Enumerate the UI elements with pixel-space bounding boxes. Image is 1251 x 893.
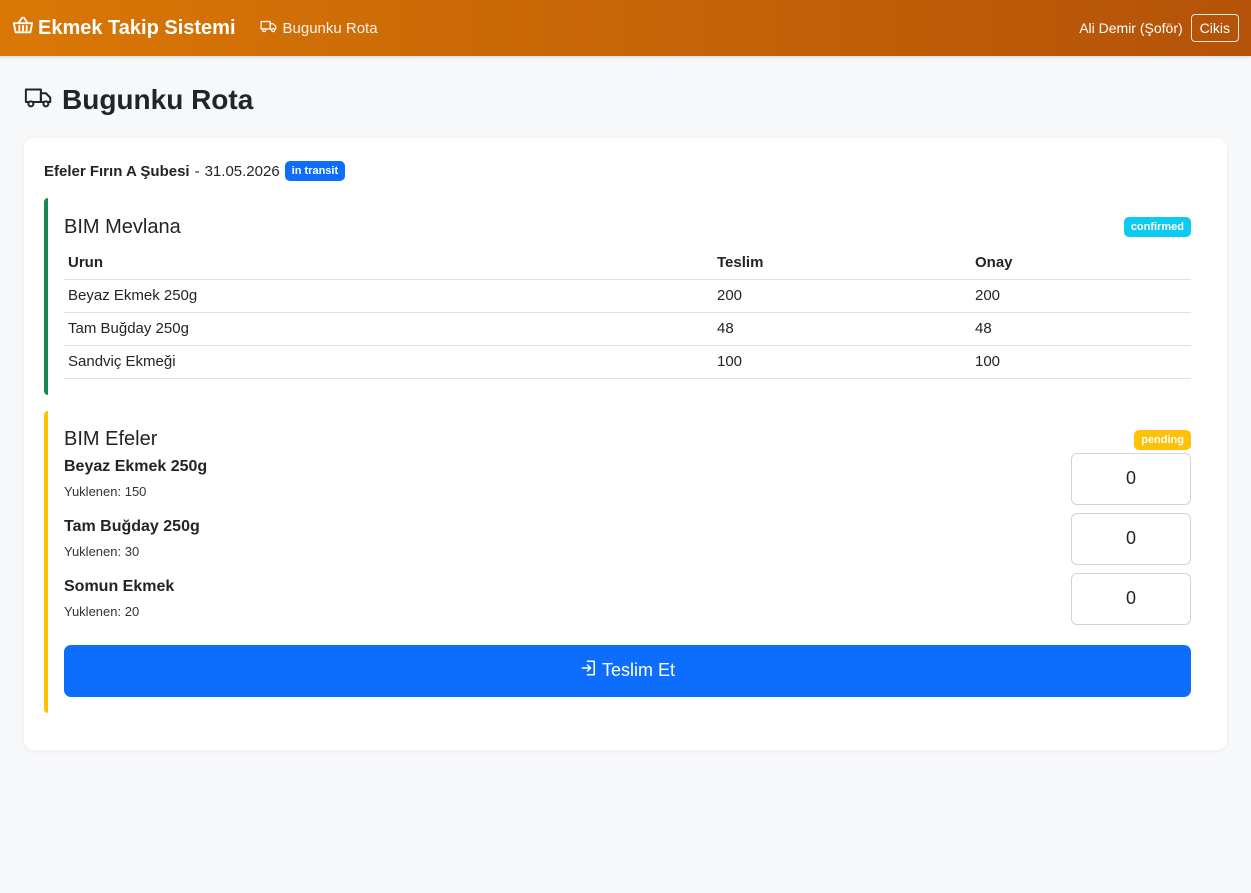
item-info: Tam Buğday 250g Yuklenen: 30 [64, 518, 200, 559]
stop-bim-mevlana: BIM Mevlana confirmed Urun Teslim Onay B… [44, 198, 1207, 395]
truck-icon [260, 17, 278, 39]
item-loaded-count: Yuklenen: 30 [64, 544, 140, 559]
navbar: Ekmek Takip Sistemi Bugunku Rota Ali Dem… [0, 0, 1251, 56]
item-name: Somun Ekmek [64, 578, 175, 595]
deliver-button[interactable]: Teslim Et [64, 644, 1191, 697]
nav-link-bugunku-rota[interactable]: Bugunku Rota [260, 17, 378, 39]
page-title: Bugunku Rota [24, 84, 1227, 116]
quantity-input[interactable] [1071, 572, 1191, 625]
user-area: Ali Demir (Şoför) Cikis [1079, 14, 1239, 42]
quantity-input[interactable] [1071, 452, 1191, 505]
cell-delivered: 100 [713, 345, 971, 379]
table-row: Beyaz Ekmek 250g 200 200 [64, 279, 1191, 313]
delivery-table: Urun Teslim Onay Beyaz Ekmek 250g 200 20… [64, 246, 1191, 379]
route-date: 31.05.2026 [204, 162, 280, 180]
delivery-item: Beyaz Ekmek 250g Yuklenen: 150 [64, 449, 1191, 509]
item-loaded-count: Yuklenen: 20 [64, 604, 140, 619]
item-name: Beyaz Ekmek 250g [64, 458, 208, 475]
stop-bim-efeler: BIM Efeler pending Beyaz Ekmek 250g Yukl… [44, 410, 1207, 713]
stop-name: BIM Efeler [64, 428, 158, 450]
truck-icon [24, 82, 54, 119]
route-separator: - [194, 162, 200, 180]
item-loaded-count: Yuklenen: 150 [64, 484, 147, 499]
deliver-button-label: Teslim Et [601, 660, 675, 680]
cell-product: Tam Buğday 250g [64, 312, 713, 346]
status-badge: pending [1134, 429, 1191, 450]
table-row: Tam Buğday 250g 48 48 [64, 312, 1191, 346]
column-header-onay: Onay [971, 246, 1191, 280]
cell-confirmed: 100 [971, 345, 1191, 379]
nav-link-label: Bugunku Rota [282, 19, 378, 37]
column-header-urun: Urun [64, 246, 713, 280]
route-header: Efeler Fırın A Şubesi - 31.05.2026 in tr… [44, 160, 1207, 182]
cell-product: Sandviç Ekmeği [64, 345, 713, 379]
table-header-row: Urun Teslim Onay [64, 246, 1191, 280]
cell-product: Beyaz Ekmek 250g [64, 279, 713, 313]
basket-icon [12, 14, 34, 42]
cell-delivered: 48 [713, 312, 971, 346]
stop-name: BIM Mevlana [64, 215, 181, 238]
route-status-badge: in transit [284, 161, 346, 181]
cell-delivered: 200 [713, 279, 971, 313]
cell-confirmed: 48 [971, 312, 1191, 346]
branch-name: Efeler Fırın A Şubesi [44, 162, 190, 180]
page-title-text: Bugunku Rota [62, 84, 254, 115]
item-info: Somun Ekmek Yuklenen: 20 [64, 578, 174, 619]
delivery-item: Tam Buğday 250g Yuklenen: 30 [64, 509, 1191, 569]
main-content: Bugunku Rota Efeler Fırın A Şubesi - 31.… [0, 84, 1251, 750]
delivery-item: Somun Ekmek Yuklenen: 20 [64, 569, 1191, 629]
status-badge: confirmed [1123, 217, 1191, 237]
route-card: Efeler Fırın A Şubesi - 31.05.2026 in tr… [24, 138, 1227, 750]
column-header-teslim: Teslim [713, 246, 971, 280]
login-arrow-icon [580, 659, 598, 682]
stop-header: BIM Mevlana confirmed [64, 214, 1191, 240]
logout-button[interactable]: Cikis [1190, 14, 1239, 42]
item-name: Tam Buğday 250g [64, 518, 200, 535]
table-row: Sandviç Ekmeği 100 100 [64, 345, 1191, 379]
brand-title: Ekmek Takip Sistemi [38, 16, 236, 39]
user-name: Ali Demir (Şoför) [1079, 20, 1183, 36]
item-info: Beyaz Ekmek 250g Yuklenen: 150 [64, 458, 207, 499]
cell-confirmed: 200 [971, 279, 1191, 313]
quantity-input[interactable] [1071, 512, 1191, 565]
brand[interactable]: Ekmek Takip Sistemi [12, 14, 236, 42]
